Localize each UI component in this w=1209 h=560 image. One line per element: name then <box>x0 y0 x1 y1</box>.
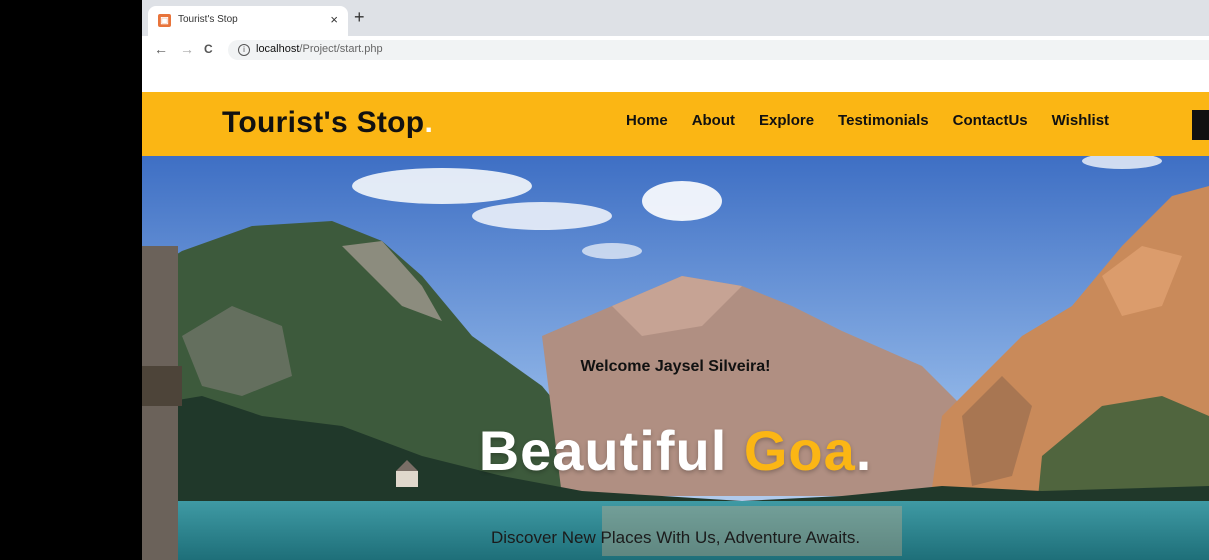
hero-headline: Beautiful Goa. <box>478 419 873 482</box>
main-nav: Home About Explore Testimonials ContactU… <box>626 112 1109 129</box>
nav-explore[interactable]: Explore <box>759 112 814 129</box>
nav-home[interactable]: Home <box>626 112 668 129</box>
reload-button[interactable]: C <box>204 40 213 58</box>
nav-action-button[interactable] <box>1192 110 1209 140</box>
nav-testimonials[interactable]: Testimonials <box>838 112 929 129</box>
tab-title: Tourist's Stop <box>178 14 238 25</box>
browser-tab[interactable]: ▣ Tourist's Stop × <box>148 6 348 36</box>
forward-button[interactable]: → <box>180 40 194 58</box>
nav-wishlist[interactable]: Wishlist <box>1052 112 1109 129</box>
tab-strip: ▣ Tourist's Stop × + <box>142 0 1209 36</box>
new-tab-button[interactable]: + <box>354 7 365 27</box>
hero-section: Welcome Jaysel Silveira! Beautiful Goa. … <box>142 156 1209 560</box>
site-info-icon[interactable]: i <box>238 44 250 56</box>
hero-tagline: Discover New Places With Us, Adventure A… <box>490 528 861 547</box>
site-logo[interactable]: Tourist's Stop. <box>222 106 433 140</box>
back-button[interactable]: ← <box>154 40 168 58</box>
site-favicon-icon: ▣ <box>158 14 171 27</box>
url-text: localhost/Project/start.php <box>256 43 383 55</box>
address-bar[interactable]: i localhost/Project/start.php <box>228 40 1209 60</box>
browser-toolbar: ← → C i localhost/Project/start.php <box>142 36 1209 64</box>
site-header: Tourist's Stop. Home About Explore Testi… <box>142 92 1209 156</box>
headline-accent: Goa <box>743 419 856 482</box>
welcome-message: Welcome Jaysel Silveira! <box>580 358 771 375</box>
tab-close-icon[interactable]: × <box>330 12 338 27</box>
nav-contactus[interactable]: ContactUs <box>953 112 1028 129</box>
browser-window: ▣ Tourist's Stop × + ← → C i localhost/P… <box>142 0 1209 560</box>
page-top-spacer <box>142 64 1209 92</box>
nav-about[interactable]: About <box>692 112 735 129</box>
